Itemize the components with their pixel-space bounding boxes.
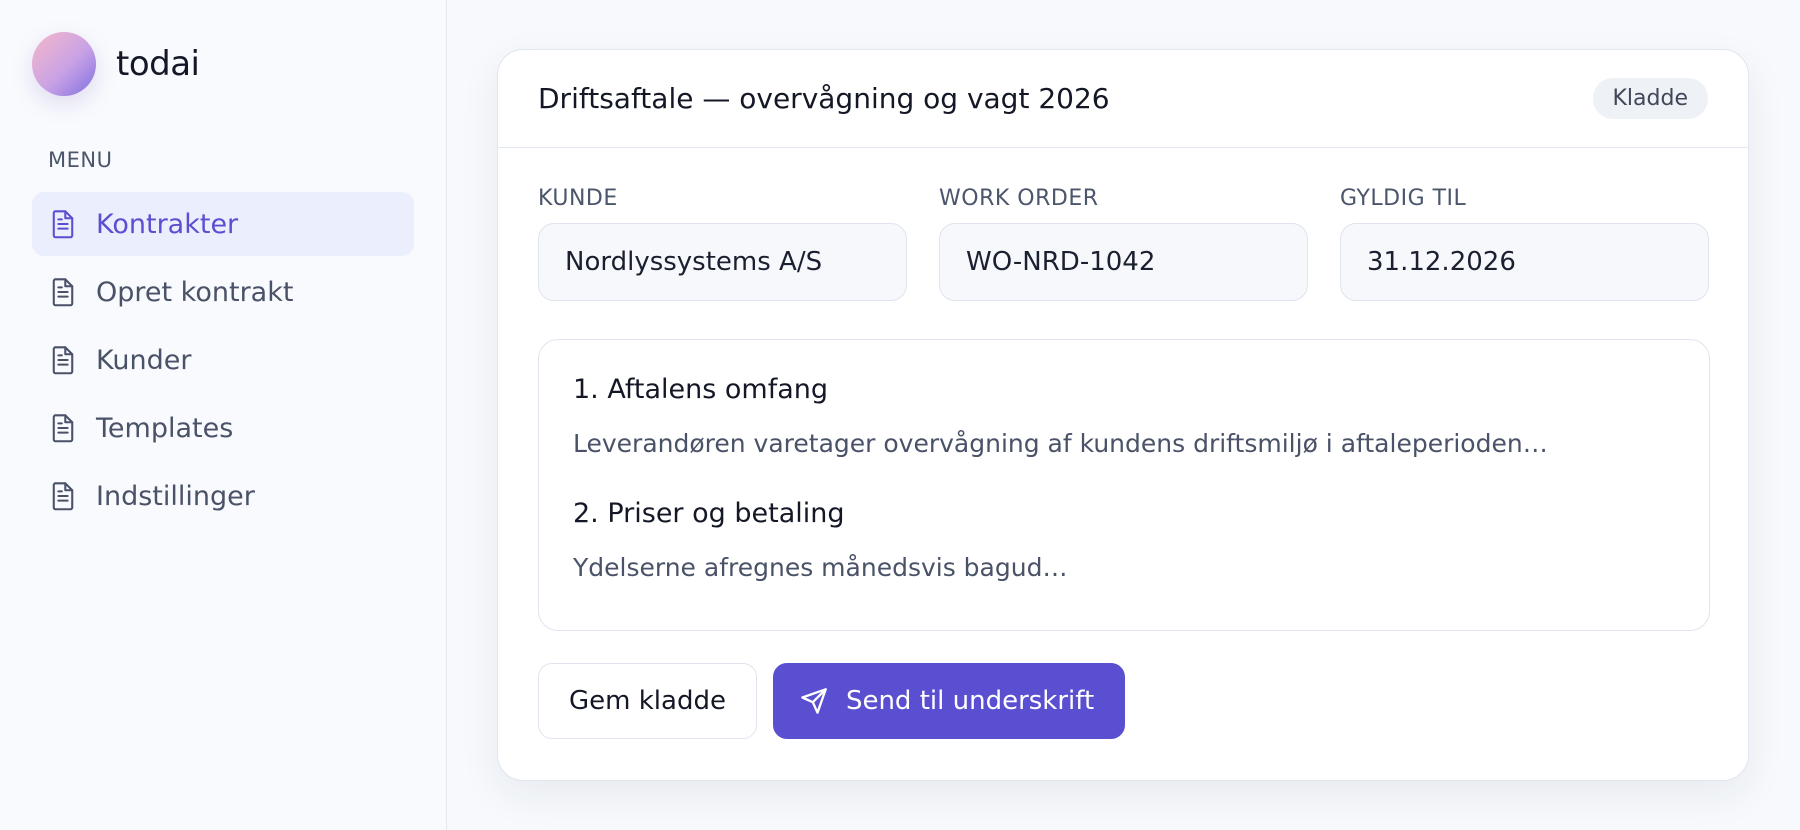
sidebar-item-templates[interactable]: Templates [32, 396, 414, 460]
customer-field[interactable]: Nordlyssystems A/S [538, 223, 907, 301]
customer-label: KUNDE [538, 186, 618, 211]
valid-until-label: GYLDIG TIL [1340, 186, 1467, 211]
contract-actions: Gem kladde Send til underskrift [538, 663, 1126, 739]
app-root: todai MENU Kontrakter Opret kontrakt Kun… [0, 0, 1800, 830]
contract-body-editor[interactable]: 1. Aftalens omfang Leverandøren varetage… [538, 339, 1710, 631]
main-content: Driftsaftale — overvågning og vagt 2026 … [447, 0, 1800, 830]
brand-name: todai [116, 44, 200, 84]
section-text-scope: Leverandøren varetager overvågning af ku… [573, 429, 1548, 458]
contract-header: Driftsaftale — overvågning og vagt 2026 … [498, 50, 1748, 148]
sidebar-nav: Kontrakter Opret kontrakt Kunder Templat… [32, 192, 414, 532]
work-order-label: WORK ORDER [939, 186, 1099, 211]
document-icon [48, 413, 78, 443]
document-icon [48, 209, 78, 239]
send-signature-label: Send til underskrift [845, 686, 1095, 716]
contract-card: Driftsaftale — overvågning og vagt 2026 … [497, 49, 1749, 781]
customer-field-group: KUNDE Nordlyssystems A/S [538, 186, 907, 301]
section-title-scope: 1. Aftalens omfang [573, 374, 829, 405]
valid-until-field[interactable]: 31.12.2026 [1340, 223, 1709, 301]
sidebar-item-kunder[interactable]: Kunder [32, 328, 414, 392]
sidebar-item-indstillinger[interactable]: Indstillinger [32, 464, 414, 528]
sidebar-item-opret-kontrakt[interactable]: Opret kontrakt [32, 260, 414, 324]
sidebar-item-kontrakter[interactable]: Kontrakter [32, 192, 414, 256]
send-icon [800, 687, 828, 715]
contract-fields: KUNDE Nordlyssystems A/S WORK ORDER WO-N… [538, 186, 1709, 301]
work-order-field[interactable]: WO-NRD-1042 [939, 223, 1308, 301]
section-title-pricing: 2. Priser og betaling [573, 498, 845, 529]
contract-title: Driftsaftale — overvågning og vagt 2026 [538, 82, 1110, 115]
section-text-pricing: Ydelserne afregnes månedsvis bagud… [573, 553, 1068, 582]
document-icon [48, 277, 78, 307]
valid-until-field-group: GYLDIG TIL 31.12.2026 [1340, 186, 1709, 301]
sidebar: todai MENU Kontrakter Opret kontrakt Kun… [0, 0, 447, 830]
work-order-field-group: WORK ORDER WO-NRD-1042 [939, 186, 1308, 301]
sidebar-item-label: Kunder [96, 344, 192, 376]
sidebar-item-label: Kontrakter [96, 208, 239, 240]
sidebar-item-label: Opret kontrakt [96, 276, 294, 308]
sidebar-item-label: Templates [96, 412, 234, 444]
save-draft-button[interactable]: Gem kladde [538, 663, 757, 739]
menu-label: MENU [48, 148, 113, 172]
document-icon [48, 481, 78, 511]
send-signature-button[interactable]: Send til underskrift [772, 663, 1126, 739]
sidebar-item-label: Indstillinger [96, 480, 255, 512]
status-badge: Kladde [1592, 78, 1708, 119]
document-icon [48, 345, 78, 375]
logo [32, 32, 96, 96]
brand[interactable]: todai [32, 32, 200, 96]
